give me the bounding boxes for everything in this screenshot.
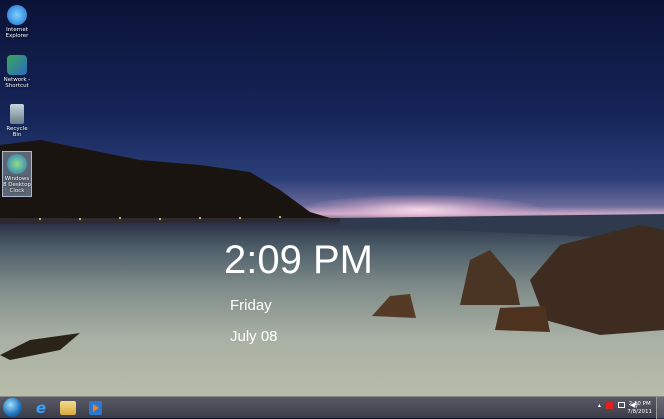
icon-label: Internet Explorer	[5, 27, 29, 39]
clock-time: 2:09 PM	[224, 238, 373, 282]
desktop-icon-network-shortcut[interactable]: Network - Shortcut	[2, 55, 32, 89]
recycle-bin-icon	[10, 104, 24, 124]
show-desktop-button[interactable]	[656, 397, 664, 419]
start-button[interactable]	[3, 398, 22, 417]
taskbar-media-player-icon[interactable]	[89, 401, 102, 415]
action-center-flag-icon[interactable]	[605, 401, 613, 409]
internet-explorer-icon	[7, 5, 27, 25]
play-icon	[93, 404, 99, 412]
taskbar-date: 7/8/2011	[627, 409, 652, 415]
network-status-icon[interactable]	[617, 402, 625, 408]
taskbar-time: 2:10 PM	[628, 401, 651, 407]
clock-date: July 08	[230, 328, 278, 345]
taskbar: e ▴ ◀) 2:10 PM 7/8/2011	[0, 396, 664, 419]
icon-label: Recycle Bin	[6, 126, 28, 138]
icon-label: Windows 8 Desktop Clock	[3, 176, 31, 194]
icon-label: Network - Shortcut	[3, 77, 31, 89]
clock-globe-icon	[7, 154, 27, 174]
clock-widget[interactable]: 2:09 PM Friday July 08	[224, 238, 373, 345]
clock-day: Friday	[230, 297, 272, 314]
taskbar-windows-explorer-icon[interactable]	[60, 401, 76, 415]
desktop-icon-internet-explorer[interactable]: Internet Explorer	[2, 5, 32, 39]
desktop-icon-recycle-bin[interactable]: Recycle Bin	[2, 104, 32, 138]
taskbar-clock[interactable]: 2:10 PM 7/8/2011	[627, 400, 652, 416]
network-icon	[7, 55, 27, 75]
taskbar-internet-explorer-icon[interactable]: e	[32, 399, 50, 417]
show-hidden-icons-button[interactable]: ▴	[598, 402, 601, 409]
desktop-icon-desktop-clock[interactable]: Windows 8 Desktop Clock	[2, 151, 32, 197]
